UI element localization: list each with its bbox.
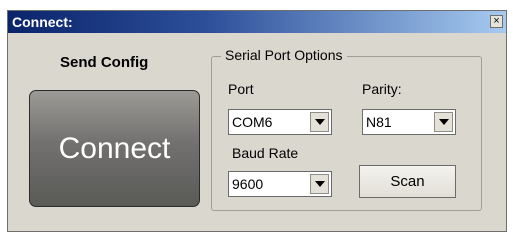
close-icon: ×	[493, 15, 500, 27]
baud-rate-select[interactable]: 9600	[228, 171, 332, 197]
send-config-label: Send Config	[60, 54, 149, 71]
chevron-down-icon[interactable]	[434, 112, 453, 132]
port-select-value: COM6	[232, 114, 273, 130]
connect-button[interactable]: Connect	[29, 90, 200, 207]
parity-select-value: N81	[366, 114, 392, 130]
chevron-down-icon[interactable]	[310, 174, 329, 194]
baud-rate-select-value: 9600	[232, 176, 264, 192]
port-select[interactable]: COM6	[228, 109, 332, 135]
port-label: Port	[228, 81, 254, 97]
title-bar[interactable]: Connect: ×	[8, 11, 506, 33]
baud-rate-label: Baud Rate	[232, 145, 299, 161]
parity-label: Parity:	[362, 81, 402, 97]
serial-port-options-title: Serial Port Options	[221, 47, 347, 63]
scan-button-label: Scan	[390, 173, 425, 190]
chevron-down-icon[interactable]	[310, 112, 329, 132]
parity-select[interactable]: N81	[362, 109, 456, 135]
scan-button[interactable]: Scan	[359, 165, 456, 198]
close-button[interactable]: ×	[490, 15, 503, 28]
connect-button-label: Connect	[58, 132, 171, 165]
window-title: Connect:	[12, 14, 73, 30]
